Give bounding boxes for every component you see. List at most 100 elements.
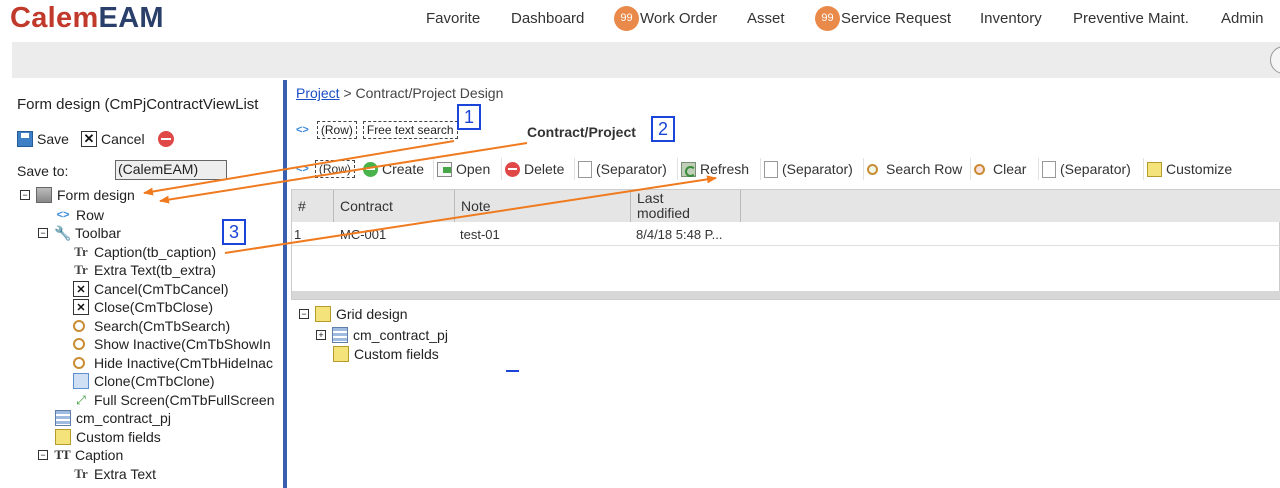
tree-node-extra-text-tb[interactable]: Tr Extra Text(tb_extra) bbox=[73, 261, 216, 279]
save-to-select[interactable]: (CalemEAM) bbox=[115, 160, 227, 180]
collapse-icon[interactable]: − bbox=[38, 450, 48, 460]
column-header-note[interactable]: Note bbox=[455, 190, 631, 222]
separator-item-2[interactable]: (Separator) bbox=[760, 158, 853, 180]
create-plus-icon bbox=[363, 161, 378, 177]
tree-node-close[interactable]: ✕ Close(CmTbClose) bbox=[73, 298, 213, 316]
grid-toolbar: <> (Row) Create Open Delete (Separator) … bbox=[296, 157, 1280, 181]
nav-favorite[interactable]: Favorite bbox=[426, 10, 480, 27]
grid-horizontal-scrollbar[interactable] bbox=[292, 291, 1280, 299]
tree-label: Extra Text bbox=[94, 466, 156, 482]
column-header-contract[interactable]: Contract bbox=[334, 190, 455, 222]
save-button-label: Save bbox=[37, 131, 69, 147]
close-x-icon: ✕ bbox=[73, 281, 89, 297]
clear-search-icon bbox=[974, 163, 985, 175]
row-arrows-icon: <> bbox=[296, 163, 309, 175]
tree-node-grid-design[interactable]: − Grid design bbox=[299, 305, 408, 323]
nav-service-request[interactable]: Service Request bbox=[841, 10, 951, 27]
tree-node-grid-custom-fields[interactable]: Custom fields bbox=[333, 345, 439, 363]
cell-contract: MC-001 bbox=[340, 227, 387, 242]
tree-node-extra-text[interactable]: Tr Extra Text bbox=[73, 465, 156, 483]
customize-button[interactable]: Customize bbox=[1143, 158, 1232, 180]
toolbar-row-placeholder[interactable]: <> (Row) bbox=[296, 158, 355, 180]
tree-label: Search(CmTbSearch) bbox=[94, 318, 231, 334]
tree-label: Custom fields bbox=[76, 429, 161, 445]
annotation-3: 3 bbox=[222, 219, 246, 245]
row-placeholder[interactable]: (Row) bbox=[316, 121, 357, 139]
app-logo[interactable]: CalemEAM bbox=[10, 2, 164, 35]
delete-row-button[interactable]: Delete bbox=[501, 158, 564, 180]
tree-node-form-design[interactable]: − Form design bbox=[20, 186, 135, 204]
refresh-label: Refresh bbox=[700, 161, 750, 177]
caption-row: <> (Row) Free text search bbox=[296, 121, 464, 139]
tree-node-caption-tb[interactable]: Tr Caption(tb_caption) bbox=[73, 243, 216, 261]
free-text-search-field[interactable]: Free text search bbox=[362, 121, 458, 139]
tree-node-show-inactive[interactable]: Show Inactive(CmTbShowIn bbox=[73, 335, 279, 353]
nav-inventory[interactable]: Inventory bbox=[980, 10, 1042, 27]
tree-label: Clone(CmTbClone) bbox=[94, 373, 215, 389]
tree-node-custom-fields[interactable]: Custom fields bbox=[55, 428, 161, 446]
tree-node-clone[interactable]: Clone(CmTbClone) bbox=[73, 372, 215, 390]
close-x-icon: ✕ bbox=[73, 299, 89, 315]
tree-label: Custom fields bbox=[354, 346, 439, 362]
tree-node-toolbar[interactable]: − 🔧 Toolbar bbox=[38, 224, 121, 242]
tree-node-caption[interactable]: − TT Caption bbox=[38, 446, 123, 464]
collapse-icon[interactable]: − bbox=[20, 190, 30, 200]
work-order-count-badge: 99 bbox=[614, 6, 639, 31]
text-type-icon: Tr bbox=[74, 244, 88, 259]
nav-asset[interactable]: Asset bbox=[747, 10, 785, 27]
collapse-icon[interactable]: − bbox=[299, 309, 309, 319]
tree-node-cancel[interactable]: ✕ Cancel(CmTbCancel) bbox=[73, 280, 229, 298]
separator-item-1[interactable]: (Separator) bbox=[574, 158, 667, 180]
open-label: Open bbox=[456, 161, 491, 177]
clear-button[interactable]: Clear bbox=[970, 158, 1026, 180]
cancel-button[interactable]: ✕ Cancel bbox=[81, 129, 145, 149]
round-action-button[interactable] bbox=[1270, 46, 1280, 74]
caption-text-icon: TT bbox=[54, 447, 70, 462]
create-button[interactable]: Create bbox=[360, 158, 424, 180]
expand-icon[interactable]: + bbox=[316, 330, 326, 340]
delete-button[interactable] bbox=[158, 129, 178, 149]
nav-dashboard[interactable]: Dashboard bbox=[511, 10, 584, 27]
table-row[interactable]: 1 MC-001 test-01 8/4/18 5:48 P... bbox=[292, 224, 1280, 246]
create-label: Create bbox=[382, 161, 425, 177]
tree-node-search[interactable]: Search(CmTbSearch) bbox=[73, 317, 230, 335]
nav-preventive-maint[interactable]: Preventive Maint. bbox=[1073, 10, 1189, 27]
separator-doc-icon bbox=[578, 160, 592, 178]
breadcrumb-project-link[interactable]: Project bbox=[296, 85, 340, 101]
annotation-1: 1 bbox=[457, 104, 481, 130]
save-to-label: Save to: bbox=[17, 163, 69, 179]
tree-node-cm-contract-pj[interactable]: cm_contract_pj bbox=[55, 409, 171, 427]
column-header-number[interactable]: # bbox=[292, 190, 334, 222]
separator-doc-icon bbox=[764, 160, 778, 178]
tree-label: Show Inactive(CmTbShowIn bbox=[94, 336, 271, 352]
clear-label: Clear bbox=[993, 161, 1027, 177]
separator-label: (Separator) bbox=[782, 161, 853, 177]
close-x-icon: ✕ bbox=[81, 131, 97, 147]
open-button[interactable]: Open bbox=[433, 158, 490, 180]
save-button[interactable]: Save bbox=[17, 129, 69, 149]
panel-splitter[interactable] bbox=[283, 80, 287, 488]
tree-label: Close(CmTbClose) bbox=[94, 299, 214, 315]
tree-node-grid-cm-contract-pj[interactable]: + cm_contract_pj bbox=[316, 326, 448, 344]
separator-item-3[interactable]: (Separator) bbox=[1038, 158, 1131, 180]
refresh-button[interactable]: Refresh bbox=[677, 158, 749, 180]
magnifier-icon bbox=[73, 338, 85, 350]
search-row-button[interactable]: Search Row bbox=[863, 158, 962, 180]
magnifier-icon bbox=[73, 357, 85, 369]
tree-node-full-screen[interactable]: ⤢ Full Screen(CmTbFullScreen bbox=[73, 391, 279, 409]
breadcrumb-current: > Contract/Project Design bbox=[339, 85, 504, 101]
nav-work-order[interactable]: Work Order bbox=[640, 10, 717, 27]
text-type-icon: Tr bbox=[74, 262, 88, 277]
column-header-last-modified[interactable]: Last modified bbox=[631, 190, 741, 222]
nav-admin[interactable]: Admin bbox=[1221, 10, 1264, 27]
tree-node-row[interactable]: <> Row bbox=[55, 206, 104, 224]
grid-design-icon bbox=[315, 306, 331, 322]
separator-doc-icon bbox=[1042, 160, 1056, 178]
delete-minus-icon bbox=[505, 161, 520, 177]
floppy-disk-icon bbox=[17, 131, 33, 147]
open-doc-icon bbox=[437, 161, 452, 177]
form-caption: Contract/Project bbox=[527, 124, 636, 140]
tree-node-hide-inactive[interactable]: Hide Inactive(CmTbHideInac bbox=[73, 354, 279, 372]
collapse-icon[interactable]: − bbox=[38, 228, 48, 238]
delete-label: Delete bbox=[524, 161, 565, 177]
